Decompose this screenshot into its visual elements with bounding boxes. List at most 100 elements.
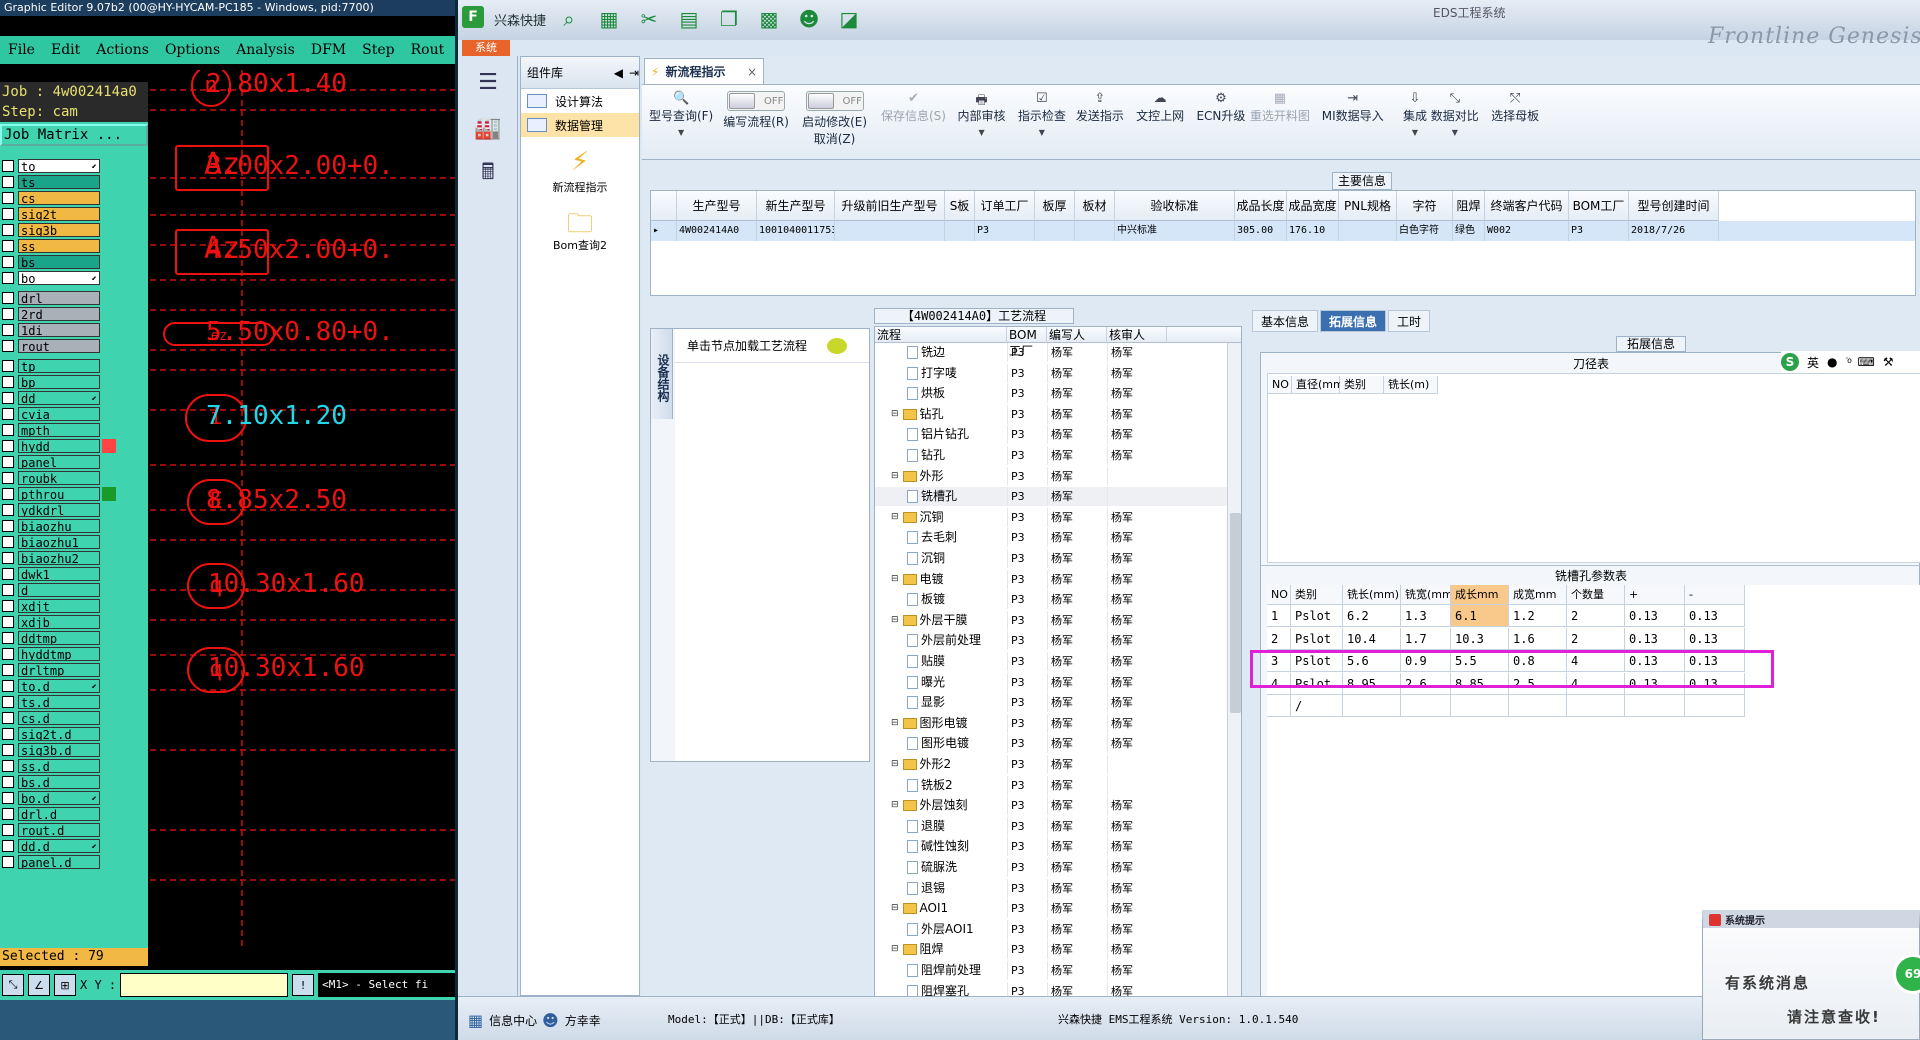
flow-row[interactable]: 碱性蚀刻 P3 杨军 杨军 [875, 837, 1227, 857]
slot-cell[interactable]: 10.3 [1451, 627, 1509, 650]
ribbon-button[interactable]: 🖶 内部审核 ▼ [958, 91, 1006, 137]
flow-node[interactable]: ⊟ 图形电镀 [891, 714, 968, 733]
column-header[interactable]: 成品宽度 [1287, 191, 1339, 221]
layer-checkbox[interactable] [2, 744, 14, 756]
layer-name[interactable]: xdjt [18, 599, 100, 613]
slot-cell[interactable]: Pslot [1291, 650, 1343, 673]
flow-node[interactable]: ⊟ AOI1 [891, 899, 948, 918]
layer-checkbox[interactable] [2, 696, 14, 708]
layer-checkbox[interactable] [2, 712, 14, 724]
ribbon-button[interactable]: ⤡ 数据对比 ▼ [1431, 91, 1479, 137]
column-header[interactable]: S板 [945, 191, 975, 221]
layer-name[interactable]: ts [18, 175, 100, 189]
layer-name[interactable]: dd.d ⬋ [18, 839, 100, 853]
layer-checkbox[interactable] [2, 840, 14, 852]
layer-row[interactable]: hyddtmp [0, 646, 148, 662]
layer-checkbox[interactable] [2, 792, 14, 804]
slot-cell[interactable]: 1 [1267, 605, 1291, 627]
toggle-switch[interactable]: OFF [727, 91, 786, 111]
layer-checkbox[interactable] [2, 340, 14, 352]
layer-name[interactable]: ddtmp [18, 631, 100, 645]
flow-row[interactable]: ⊟ 外层干膜 P3 杨军 杨军 [875, 610, 1227, 630]
layer-checkbox[interactable] [2, 600, 14, 612]
collapse-toggle-icon[interactable]: ⊟ [891, 508, 899, 527]
column-header[interactable]: 升级前旧生产型号 [835, 191, 945, 221]
flow-row[interactable]: 阻焊前处理 P3 杨军 杨军 [875, 961, 1227, 980]
flow-row[interactable]: 铝片钻孔 P3 杨军 杨军 [875, 425, 1227, 445]
settings-icon[interactable]: ⚒ [1883, 355, 1894, 369]
slot-cell[interactable]: 2 [1267, 627, 1291, 650]
layer-checkbox[interactable] [2, 208, 14, 220]
layer-name[interactable]: ydkdrl [18, 503, 100, 517]
column-header[interactable]: 订单工厂 [975, 191, 1035, 221]
flow-node[interactable]: ⊟ 沉铜 [891, 508, 944, 527]
layer-name[interactable]: ss.d [18, 759, 100, 773]
layer-checkbox[interactable] [2, 584, 14, 596]
slot-cell[interactable]: 0.13 [1625, 672, 1685, 695]
flow-row[interactable]: ⊟ 钻孔 P3 杨军 杨军 [875, 404, 1227, 424]
layer-checkbox[interactable] [2, 552, 14, 564]
xy-field[interactable] [120, 973, 289, 997]
flow-row[interactable]: ⊟ 电镀 P3 杨军 杨军 [875, 569, 1227, 589]
flow-node[interactable]: 铣板2 [907, 776, 953, 795]
layer-checkbox[interactable] [2, 376, 14, 388]
flow-row[interactable]: 显影 P3 杨军 杨军 [875, 693, 1227, 713]
slot-cell[interactable]: 8.95 [1343, 672, 1401, 695]
slot-cell[interactable]: 0.9 [1401, 650, 1451, 673]
layer-row[interactable]: ts [0, 174, 148, 190]
slot-cell[interactable]: 0.13 [1625, 627, 1685, 650]
layer-checkbox[interactable] [2, 440, 14, 452]
layer-name[interactable]: drl [18, 291, 100, 305]
table-cell[interactable]: 2018/7/26 [1629, 221, 1719, 241]
info-icon[interactable]: ! [292, 974, 315, 996]
comp-item-design-algo[interactable]: 设计算法 [521, 89, 639, 113]
flow-row[interactable]: 外层AOI1 P3 杨军 杨军 [875, 919, 1227, 939]
layer-row[interactable]: rout [0, 338, 148, 354]
ribbon-button[interactable]: ⚙ ECN升级 [1196, 91, 1245, 124]
layer-row[interactable]: rout.d [0, 822, 148, 838]
info-center-button[interactable]: ▦ 信息中心 [468, 1011, 537, 1030]
slot-cell[interactable]: 0.13 [1685, 627, 1745, 650]
flow-row[interactable]: ⊟ 阻焊 P3 杨军 杨军 [875, 940, 1227, 960]
slot-column-header[interactable]: 类别 [1291, 585, 1343, 605]
layer-checkbox[interactable] [2, 760, 14, 772]
layer-row[interactable]: mpth [0, 422, 148, 438]
slot-cell[interactable]: 0.13 [1685, 650, 1745, 673]
slot-cell[interactable]: 0.13 [1685, 672, 1745, 695]
layer-row[interactable]: xdjb [0, 614, 148, 630]
layer-checkbox[interactable] [2, 680, 14, 692]
slot-cell[interactable]: 3 [1267, 650, 1291, 673]
slot-column-header[interactable]: + [1625, 585, 1685, 605]
flow-row[interactable]: 沉铜 P3 杨军 杨军 [875, 549, 1227, 568]
slot-column-header[interactable]: - [1685, 585, 1745, 605]
scissors-icon[interactable]: ✂ [636, 6, 662, 32]
ribbon-button[interactable]: ⇩ 集成 ▼ [1403, 91, 1427, 137]
tool-column-header[interactable]: 铣长(m) [1384, 376, 1438, 394]
column-header[interactable]: BOM工厂 [1569, 191, 1629, 221]
slot-cell[interactable]: 2 [1567, 627, 1625, 650]
layer-name[interactable]: 1di [18, 323, 100, 337]
flow-row[interactable]: ⊟ 外层蚀刻 P3 杨军 杨军 [875, 796, 1227, 816]
chevron-down-icon[interactable]: ▼ [1039, 128, 1045, 137]
system-tab[interactable]: 系统 [462, 40, 510, 56]
slot-column-header[interactable]: 成宽mm [1509, 585, 1567, 605]
layer-checkbox[interactable] [2, 392, 14, 404]
collapse-left-icon[interactable]: ◀ [614, 66, 623, 80]
layer-name[interactable]: sig2t.d [18, 727, 100, 741]
collapse-toggle-icon[interactable]: ⊟ [891, 405, 899, 424]
layer-checkbox[interactable] [2, 488, 14, 500]
slot-cell[interactable]: 4 [1567, 650, 1625, 673]
layer-checkbox[interactable] [2, 272, 14, 284]
ribbon-button[interactable]: 🔍 型号查询(F) ▼ [649, 91, 713, 137]
layer-name[interactable]: roubk [18, 471, 100, 485]
layer-row[interactable]: bo ⬋ [0, 270, 148, 286]
layer-name[interactable]: d [18, 583, 100, 597]
column-header[interactable]: 生产型号 [677, 191, 757, 221]
new-row-cell[interactable] [1343, 695, 1401, 718]
tool-column-header[interactable]: 类别 [1340, 376, 1384, 394]
new-row-cell[interactable] [1685, 695, 1745, 718]
layer-name[interactable]: ts.d [18, 695, 100, 709]
layer-row[interactable]: bp [0, 374, 148, 390]
layer-name[interactable]: cs [18, 191, 100, 205]
layer-checkbox[interactable] [2, 536, 14, 548]
